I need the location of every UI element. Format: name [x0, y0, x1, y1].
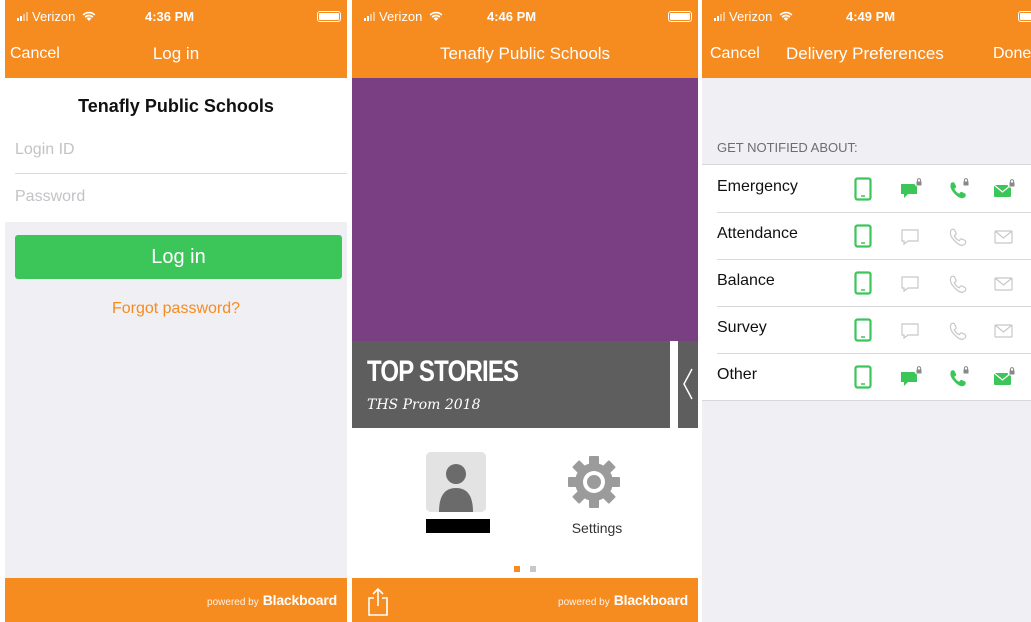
org-title: Tenafly Public Schools	[78, 96, 274, 116]
blackboard-logo: Blackboard	[262, 592, 337, 608]
login-screen: Verizon 4:36 PM Cancel Log in Tenafly Pu…	[5, 0, 347, 622]
top-stories-banner[interactable]: TOP STORIES THS Prom 2018	[352, 341, 698, 428]
password-field[interactable]: Password	[15, 175, 347, 221]
row-label: Other	[717, 366, 758, 383]
carrier: Verizon	[364, 9, 443, 24]
signal-icon	[714, 12, 725, 21]
nav-title: Log in	[152, 44, 200, 63]
preferences-list: Emergency Attendance Balance Survey Othe…	[702, 164, 1031, 401]
pref-row-balance: Balance	[702, 259, 1031, 306]
login-id-field[interactable]: Login ID	[15, 128, 347, 174]
row-label: Balance	[717, 272, 775, 289]
powered-by-text: powered by	[207, 597, 259, 608]
top-stories-subtitle: THS Prom 2018	[367, 397, 481, 413]
phone-icon[interactable]	[853, 224, 873, 253]
nav-bar: Tenafly Public Schools	[352, 32, 698, 78]
page-dot[interactable]	[530, 566, 536, 572]
nav-bar: Cancel Log in	[5, 32, 347, 78]
share-icon[interactable]	[368, 588, 388, 616]
call-icon[interactable]	[946, 318, 972, 347]
page-indicator	[352, 566, 698, 572]
status-time: 4:49 PM	[846, 9, 896, 24]
wifi-icon	[429, 11, 443, 21]
row-label: Attendance	[717, 225, 798, 242]
status-bar: Verizon 4:36 PM	[5, 0, 347, 32]
drawer-handle[interactable]	[670, 341, 678, 428]
home-screen: Verizon 4:46 PM Tenafly Public Schools T…	[352, 0, 698, 622]
phone-icon[interactable]	[853, 271, 873, 300]
status-time: 4:36 PM	[145, 9, 195, 24]
carrier: Verizon	[17, 9, 96, 24]
pref-row-other: Other	[702, 353, 1031, 400]
phone-icon[interactable]	[853, 177, 873, 206]
email-icon[interactable]	[992, 365, 1018, 394]
status-time: 4:46 PM	[487, 9, 537, 24]
footer-bar: powered by Blackboard	[352, 578, 698, 622]
status-bar: Verizon 4:49 PM	[702, 0, 1031, 32]
wifi-icon	[82, 11, 96, 21]
hero-banner[interactable]	[352, 78, 698, 342]
blackboard-logo: Blackboard	[613, 592, 688, 608]
powered-by-text: powered by	[558, 597, 610, 608]
settings-button[interactable]	[564, 452, 624, 512]
sms-icon[interactable]	[899, 318, 925, 347]
cancel-button[interactable]: Cancel	[710, 45, 760, 63]
call-icon[interactable]	[946, 365, 972, 394]
login-button[interactable]: Log in	[15, 235, 342, 279]
signal-icon	[17, 12, 28, 21]
row-label: Emergency	[717, 178, 798, 195]
sms-icon[interactable]	[899, 271, 925, 300]
nav-bar: Cancel Delivery Preferences Done	[702, 32, 1031, 78]
footer-bar: powered by Blackboard	[5, 578, 347, 622]
carrier-name: Verizon	[729, 9, 773, 24]
email-icon[interactable]	[992, 318, 1018, 347]
wifi-icon	[779, 11, 793, 21]
done-button[interactable]: Done	[993, 45, 1031, 63]
gear-icon	[568, 456, 620, 508]
row-label: Survey	[717, 319, 767, 336]
email-icon[interactable]	[992, 271, 1018, 300]
redacted-name	[426, 519, 490, 533]
call-icon[interactable]	[946, 224, 972, 253]
email-icon[interactable]	[992, 177, 1018, 206]
battery-icon	[1018, 11, 1031, 22]
battery-icon	[668, 11, 692, 22]
person-icon	[426, 452, 486, 512]
carrier-name: Verizon	[32, 9, 76, 24]
sms-icon[interactable]	[899, 224, 925, 253]
carrier-name: Verizon	[379, 9, 423, 24]
battery-icon	[317, 11, 341, 22]
email-icon[interactable]	[992, 224, 1018, 253]
carrier: Verizon	[714, 9, 793, 24]
sms-icon[interactable]	[899, 177, 925, 206]
page-dot-active[interactable]	[514, 566, 520, 572]
pref-row-attendance: Attendance	[702, 212, 1031, 259]
call-icon[interactable]	[946, 271, 972, 300]
profile-button[interactable]	[426, 452, 486, 512]
nav-title: Tenafly Public Schools	[439, 44, 611, 63]
top-stories-title: TOP STORIES	[367, 355, 519, 388]
nav-title: Delivery Preferences	[786, 44, 944, 63]
status-bar: Verizon 4:46 PM	[352, 0, 698, 32]
settings-label: Settings	[571, 520, 623, 536]
phone-icon[interactable]	[853, 365, 873, 394]
forgot-password-link[interactable]: Forgot password?	[5, 300, 347, 318]
pref-row-survey: Survey	[702, 306, 1031, 353]
signal-icon	[364, 12, 375, 21]
powered-by: powered by Blackboard	[207, 592, 337, 608]
call-icon[interactable]	[946, 177, 972, 206]
delivery-preferences-screen: Verizon 4:49 PM Cancel Delivery Preferen…	[702, 0, 1031, 622]
section-header: GET NOTIFIED ABOUT:	[717, 140, 858, 155]
phone-icon[interactable]	[853, 318, 873, 347]
pref-row-emergency: Emergency	[702, 165, 1031, 212]
powered-by: powered by Blackboard	[558, 592, 688, 608]
chevron-left-icon[interactable]	[682, 367, 694, 401]
sms-icon[interactable]	[899, 365, 925, 394]
